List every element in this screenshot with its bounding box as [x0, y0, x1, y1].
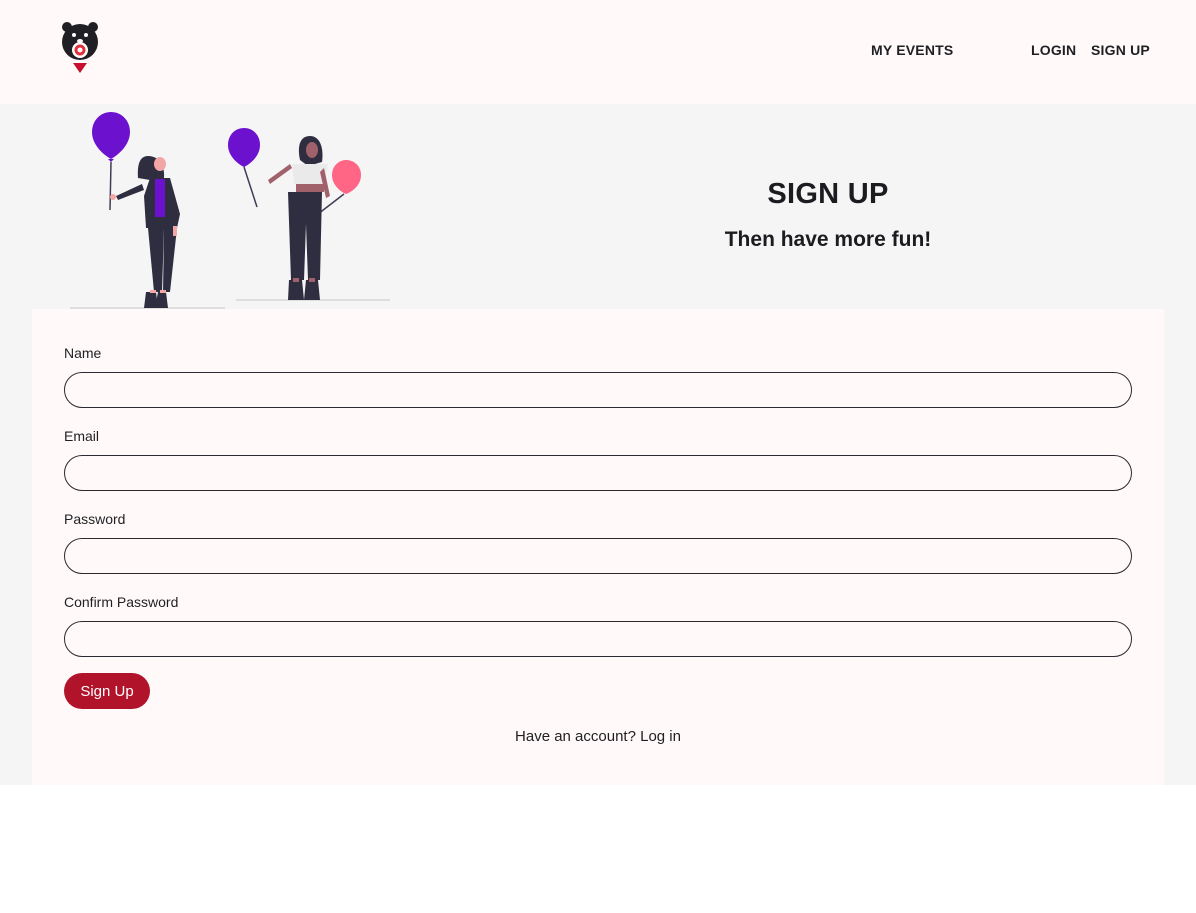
password-field[interactable] [64, 538, 1132, 574]
password-label: Password [64, 511, 126, 527]
name-field[interactable] [64, 372, 1132, 408]
login-prompt: Have an account? Log in [32, 728, 1164, 745]
confirm-password-label: Confirm Password [64, 594, 179, 610]
page-subtitle: Then have more fun! [724, 228, 932, 251]
women-with-balloons-illustration [70, 112, 390, 309]
nav-login-link[interactable]: LOGIN [1031, 42, 1076, 58]
signup-form-card: Name Email Password Confirm Password Sig… [32, 309, 1164, 785]
email-label: Email [64, 428, 100, 444]
log-in-link[interactable]: Log in [640, 728, 681, 745]
name-label: Name [64, 345, 102, 361]
bear-logo-icon[interactable] [58, 18, 102, 74]
nav-my-events-link[interactable]: MY EVENTS [871, 42, 953, 58]
top-navigation-bar: MY EVENTS LOGIN SIGN UP [0, 0, 1196, 104]
sign-up-button[interactable]: Sign Up [64, 673, 150, 709]
email-field[interactable] [64, 455, 1132, 491]
login-prompt-text: Have an account? [515, 728, 636, 745]
nav-signup-link[interactable]: SIGN UP [1091, 42, 1150, 58]
confirm-password-field[interactable] [64, 621, 1132, 657]
page-title: SIGN UP [767, 178, 889, 210]
